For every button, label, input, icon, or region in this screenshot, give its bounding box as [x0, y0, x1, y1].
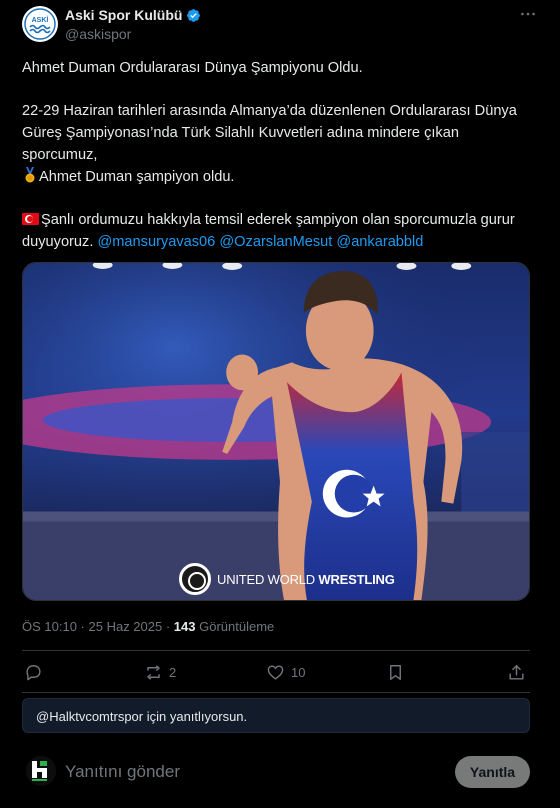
tweet-paragraph-1: 22-29 Haziran tarihleri arasında Almanya…: [22, 103, 517, 163]
tweet-actions: 2 10: [22, 658, 530, 686]
mention-link[interactable]: @mansuryavas06: [97, 234, 215, 250]
share-icon: [509, 664, 524, 680]
mention-link[interactable]: @OzarslanMesut: [219, 234, 332, 250]
meta-separator: ·: [162, 619, 174, 634]
uww-logo-icon: [179, 563, 211, 595]
uww-watermark-text: UNITED WORLD WRESTLING: [217, 572, 395, 587]
more-options-icon[interactable]: [518, 8, 538, 24]
uww-watermark: UNITED WORLD WRESTLING: [179, 563, 395, 595]
bookmark-icon: [390, 664, 401, 680]
halk-tv-logo-icon[interactable]: [26, 756, 56, 786]
views-count: 143: [173, 619, 196, 634]
verified-badge-icon[interactable]: [186, 8, 201, 23]
bookmark-button[interactable]: [386, 658, 405, 686]
tweet-header: ASKİ Aski Spor Kulübü @askispor: [22, 6, 542, 46]
tweet-meta: ÖS 10:10 · 25 Haz 2025 · 143 Görüntüleme: [22, 619, 274, 634]
tweet-paragraph-3: Şanlı ordumuzu hakkıyla temsil ederek şa…: [22, 210, 532, 253]
tweet-time[interactable]: ÖS 10:10: [22, 619, 77, 634]
tweet-headline: Ahmet Duman Ordulararası Dünya Şampiyonu…: [22, 60, 363, 76]
tweet-date[interactable]: 25 Haz 2025: [89, 619, 163, 634]
share-button[interactable]: [507, 658, 526, 686]
divider: [22, 692, 530, 693]
like-count: 10: [291, 664, 306, 680]
views-label: Görüntüleme: [195, 619, 275, 634]
wrestler-photo: [23, 263, 529, 600]
like-button[interactable]: 10: [266, 658, 305, 686]
gold-medal-icon: [25, 166, 35, 182]
reply-submit-button[interactable]: Yanıtla: [455, 756, 530, 788]
name-row: Aski Spor Kulübü: [65, 7, 201, 23]
meta-separator: ·: [76, 619, 89, 634]
mention-link[interactable]: @ankarabbld: [336, 234, 423, 250]
handle[interactable]: @askispor: [65, 26, 131, 42]
retweet-button[interactable]: 2: [144, 658, 176, 686]
reply-button[interactable]: [24, 658, 49, 686]
aski-logo-icon[interactable]: ASKİ: [22, 6, 58, 42]
tweet-media-photo[interactable]: UNITED WORLD WRESTLING: [22, 262, 530, 601]
tweet-text: Ahmet Duman Ordulararası Dünya Şampiyonu…: [22, 58, 532, 253]
tweet-paragraph-2: Ahmet Duman şampiyon oldu.: [22, 166, 532, 189]
heart-icon: [267, 664, 284, 680]
avatar-text: ASKİ: [32, 16, 49, 24]
reply-input[interactable]: [65, 760, 425, 784]
uww-text-bold: WRESTLING: [318, 571, 395, 587]
reply-composer: Yanıtla: [22, 752, 530, 792]
display-name[interactable]: Aski Spor Kulübü: [65, 7, 182, 23]
replying-to-text: @Halktvcomtrspor için yanıtlıyorsun.: [36, 709, 248, 724]
retweet-count: 2: [169, 664, 177, 680]
divider: [22, 650, 530, 651]
uww-text-plain: UNITED WORLD: [217, 571, 319, 587]
replying-to-banner[interactable]: @Halktvcomtrspor için yanıtlıyorsun.: [22, 698, 530, 733]
tweet-paragraph-2-text: Ahmet Duman şampiyon oldu.: [39, 168, 235, 185]
reply-icon: [26, 664, 41, 680]
retweet-icon: [147, 664, 160, 680]
turkish-flag-icon: [22, 212, 39, 225]
